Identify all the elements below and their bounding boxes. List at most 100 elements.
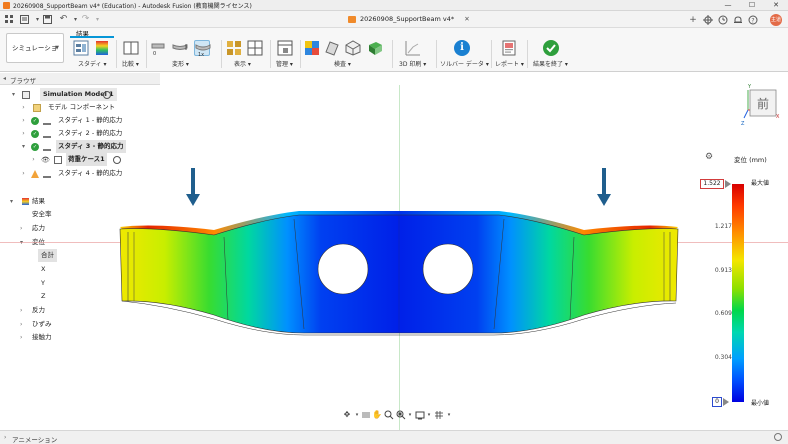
expand-arrow-icon[interactable]: › (20, 127, 27, 140)
study-group[interactable]: スタディ ▾ (70, 40, 114, 70)
study-settings-icon[interactable] (73, 40, 89, 56)
clock-icon[interactable] (718, 15, 728, 25)
animation-bar[interactable]: › アニメーション (0, 430, 788, 444)
redo-dropdown-icon[interactable]: ▾ (92, 14, 103, 25)
inspect-group[interactable]: 検査 ▾ (304, 40, 388, 70)
inspect-surface-icon[interactable] (367, 40, 383, 56)
inspect-group-label[interactable]: 検査 ▾ (334, 59, 351, 68)
display-group-label[interactable]: 表示 ▾ (234, 59, 251, 68)
results-plot-icon[interactable] (94, 40, 110, 56)
tree-item-study-4[interactable]: › スタディ 4 - 静的応力 (0, 167, 160, 180)
activate-radio-icon[interactable] (113, 156, 121, 164)
deform-group[interactable]: 0 1x 変形 ▾ (150, 40, 218, 70)
finish-check-icon[interactable] (543, 40, 559, 56)
redo-icon[interactable]: ↷ (80, 14, 91, 25)
manage-group-label[interactable]: 管理 ▾ (276, 59, 293, 68)
result-item-safety-factor[interactable]: 安全率 (0, 208, 70, 221)
deform-adjusted-icon[interactable] (172, 40, 188, 56)
expand-arrow-icon[interactable]: › (20, 331, 22, 344)
result-item-reaction-force[interactable]: › 反力 (0, 304, 70, 317)
support-beam-model[interactable] (114, 205, 684, 340)
viewcube[interactable]: 前 Y X Z (740, 80, 780, 130)
expand-arrow-icon[interactable]: › (20, 222, 22, 235)
info-icon[interactable]: i (454, 40, 470, 56)
expand-arrow-icon[interactable]: ▾ (10, 88, 17, 101)
3d-print-icon[interactable] (405, 40, 421, 56)
orbit-icon[interactable]: ✥ (342, 410, 352, 420)
manage-group[interactable]: 管理 ▾ (274, 40, 298, 70)
result-item-z[interactable]: Z (0, 290, 70, 303)
legend-max-value[interactable]: 1.522 (700, 179, 724, 189)
app-grid-icon[interactable] (4, 14, 15, 25)
maximize-button[interactable]: ☐ (740, 0, 764, 11)
display-blocks-icon[interactable] (226, 40, 242, 56)
expand-arrow-icon[interactable]: › (20, 318, 22, 331)
tree-item-study-1[interactable]: › ✓ スタディ 1 - 静的応力 (0, 114, 160, 127)
grid-settings-icon[interactable] (434, 410, 444, 420)
pan-hand-icon[interactable]: ✋ (372, 410, 382, 420)
file-menu-icon[interactable] (19, 14, 30, 25)
display-group[interactable]: 表示 ▾ (224, 40, 268, 70)
display-dropdown-icon[interactable]: ▾ (424, 410, 434, 420)
result-item-y[interactable]: Y (0, 277, 70, 290)
legend-min-value[interactable]: 0 (712, 397, 722, 407)
inspect-color-icon[interactable] (304, 40, 320, 56)
gear-icon[interactable]: ⚙ (705, 153, 714, 162)
result-item-x[interactable]: X (0, 263, 70, 276)
minimize-button[interactable]: — (716, 0, 740, 11)
expand-arrow-icon[interactable]: ▾ (10, 195, 13, 208)
grid-dropdown-icon[interactable]: ▾ (444, 410, 454, 420)
result-item-contact-force[interactable]: › 接触力 (0, 331, 70, 344)
tree-item-model-components[interactable]: › モデル コンポーネント (0, 101, 160, 114)
close-tab-icon[interactable]: ✕ (464, 15, 469, 23)
close-button[interactable]: ✕ (764, 0, 788, 11)
eye-visibility-icon[interactable]: 👁 (41, 156, 50, 164)
solver-group[interactable]: i ソルバー データ ▾ (440, 40, 489, 70)
new-tab-icon[interactable]: + (688, 15, 698, 25)
user-avatar[interactable]: 主道 (770, 14, 782, 26)
deform-group-label[interactable]: 変形 ▾ (172, 59, 189, 68)
print3d-group-label[interactable]: 3D 印刷 ▾ (399, 59, 426, 68)
study-group-label[interactable]: スタディ ▾ (78, 59, 107, 68)
notification-bell-icon[interactable] (733, 15, 743, 25)
zoom-dropdown-icon[interactable]: ▾ (405, 410, 415, 420)
report-group[interactable]: レポート ▾ (495, 40, 525, 70)
tree-item-load-case[interactable]: › 👁 荷重ケース1 (0, 153, 160, 166)
tab-results[interactable]: 結果 (72, 28, 93, 38)
expand-arrow-icon[interactable]: ▾ (20, 140, 27, 153)
browser-panel-header[interactable]: ◂ ブラウザ (0, 73, 160, 85)
workspace-switcher[interactable]: シミュレーション ▼ (6, 33, 64, 80)
tree-item-study-2[interactable]: › ✓ スタディ 2 - 静的応力 (0, 127, 160, 140)
deform-none-icon[interactable]: 0 (150, 40, 166, 57)
finish-results-group[interactable]: 結果を終了 ▾ (531, 40, 575, 70)
undo-icon[interactable]: ↶ (58, 14, 69, 25)
compare-icon[interactable] (123, 40, 139, 56)
save-icon[interactable] (42, 14, 53, 25)
zoom-icon[interactable] (384, 410, 394, 420)
expand-arrow-icon[interactable]: › (20, 101, 27, 114)
manage-icon[interactable] (277, 40, 293, 56)
inspect-section-icon[interactable] (345, 40, 361, 56)
look-at-icon[interactable] (361, 410, 371, 420)
display-split-icon[interactable] (247, 40, 263, 56)
activate-radio-icon[interactable] (103, 91, 111, 99)
report-group-label[interactable]: レポート ▾ (495, 59, 524, 68)
result-item-strain[interactable]: › ひずみ (0, 318, 70, 331)
print3d-group[interactable]: 3D 印刷 ▾ (398, 40, 432, 70)
expand-arrow-icon[interactable]: › (20, 167, 27, 180)
data-panel-icon[interactable] (703, 15, 713, 25)
expand-arrow-icon[interactable]: › (20, 114, 27, 127)
report-icon[interactable] (501, 40, 517, 56)
document-tab[interactable]: 20260908_SupportBeam v4* ✕ (344, 13, 476, 26)
compare-group[interactable]: 比較 ▾ (120, 40, 144, 70)
help-icon[interactable]: ? (748, 15, 758, 25)
inspect-probe-icon[interactable] (324, 40, 340, 56)
expand-arrow-icon[interactable]: › (4, 434, 6, 441)
result-item-total[interactable]: 合計 (0, 249, 70, 262)
expand-arrow-icon[interactable]: › (30, 153, 37, 166)
tree-item-study-3[interactable]: ▾ ✓ スタディ 3 - 静的応力 (0, 140, 160, 153)
solver-group-label[interactable]: ソルバー データ ▾ (440, 59, 489, 68)
deform-actual-icon[interactable]: 1x (194, 40, 211, 58)
expand-arrow-icon[interactable]: › (20, 304, 22, 317)
result-item-stress[interactable]: › 応力 (0, 222, 70, 235)
